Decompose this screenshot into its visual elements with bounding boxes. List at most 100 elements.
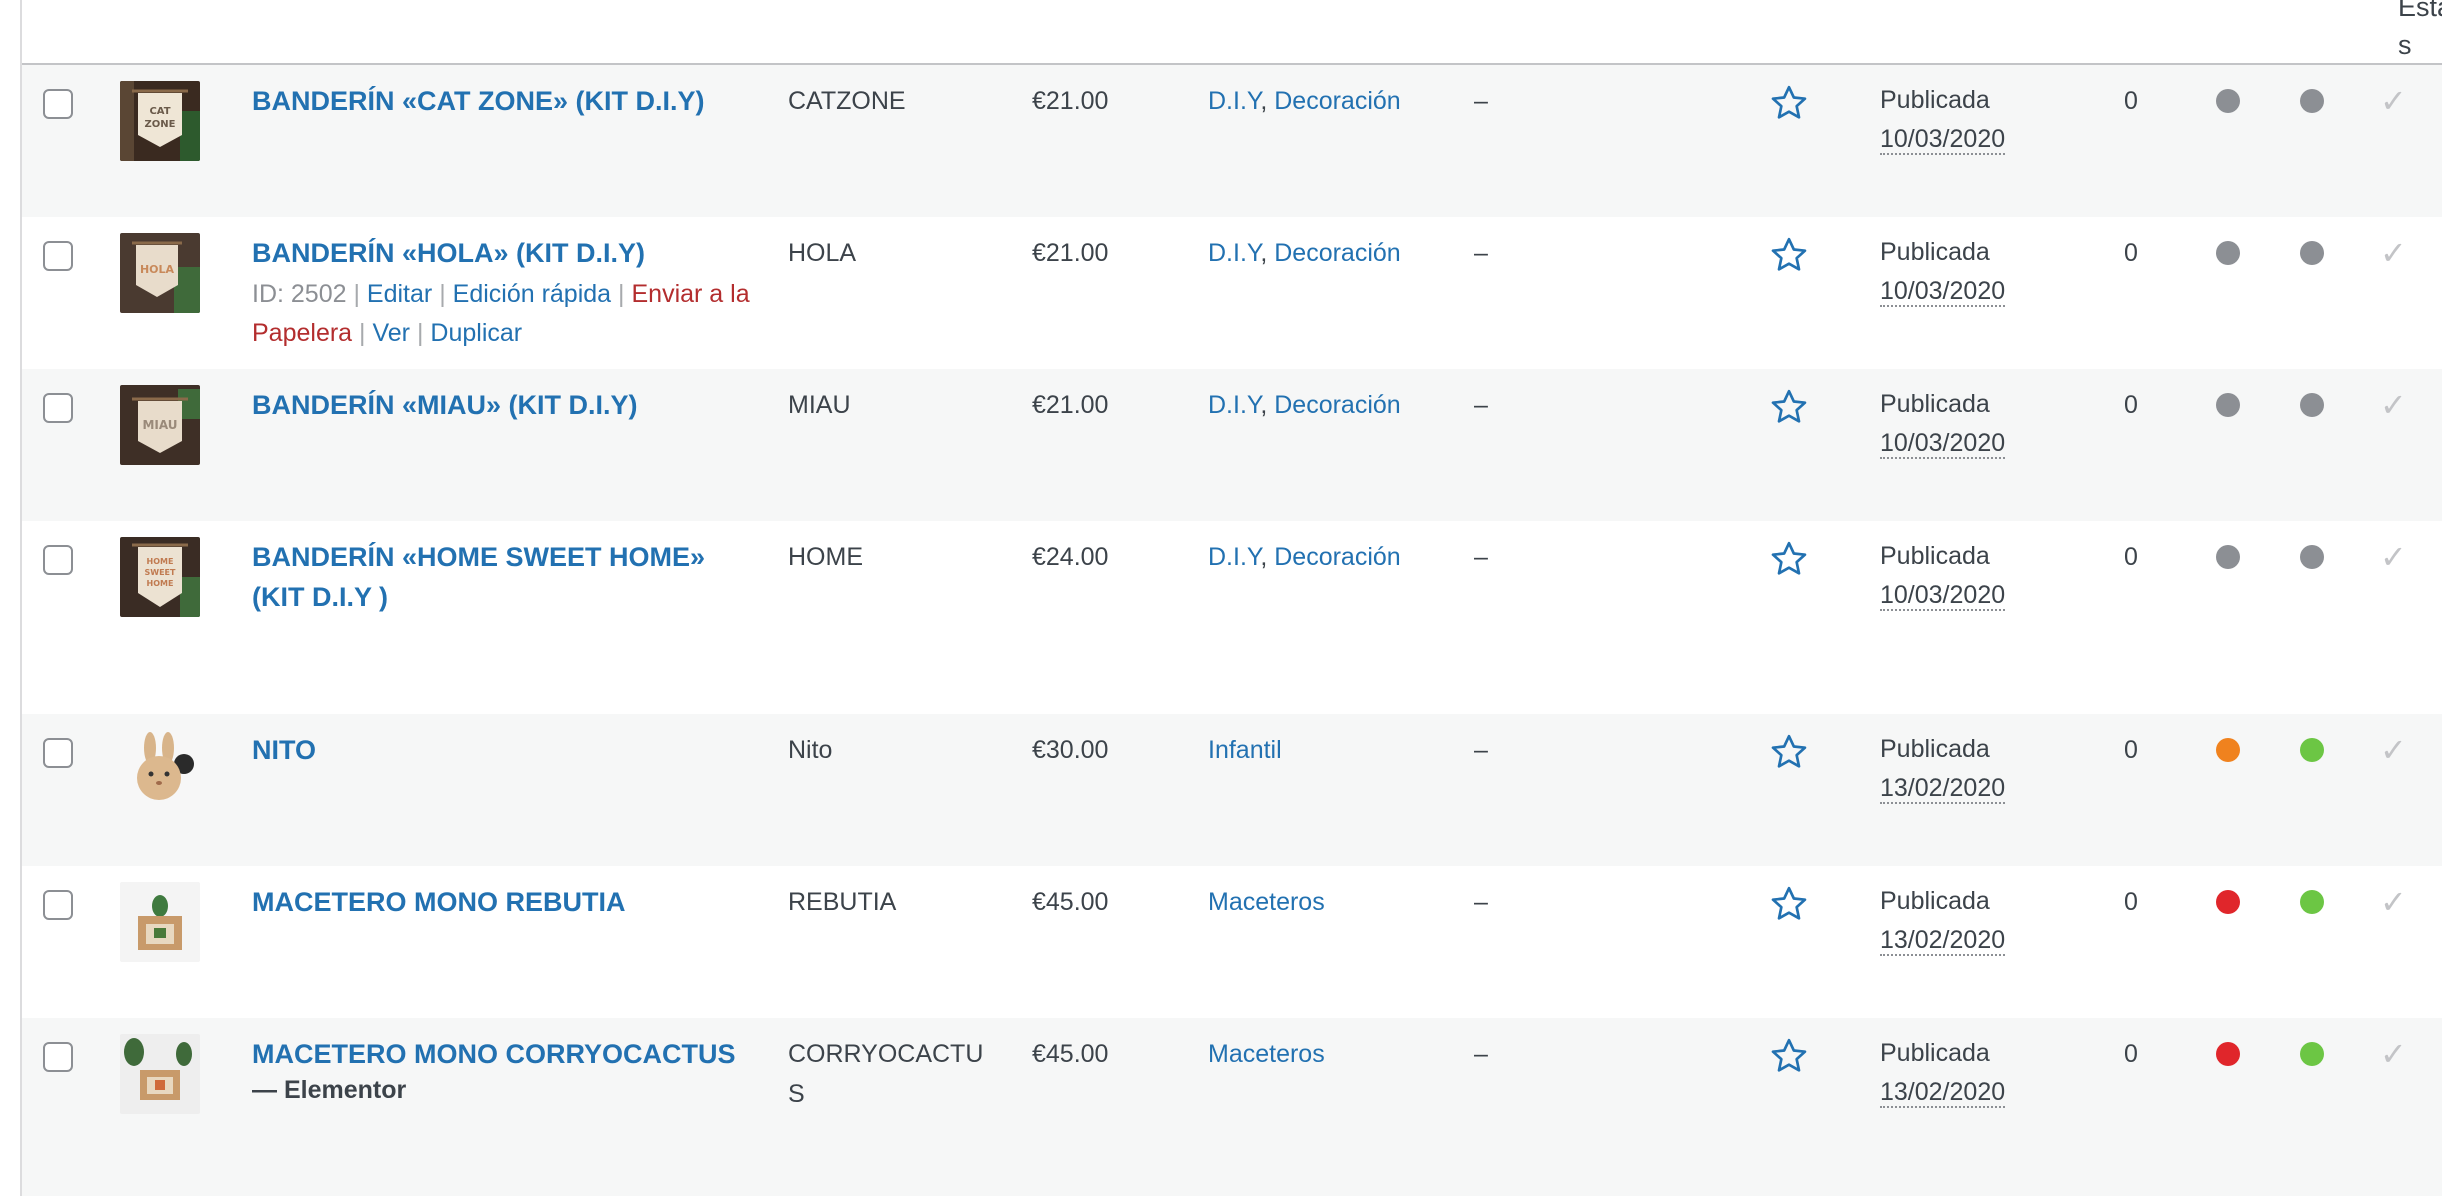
- product-title-link[interactable]: BANDERÍN «HOME SWEET HOME» (KIT D.I.Y ): [252, 537, 762, 617]
- product-title-link[interactable]: NITO: [252, 730, 762, 770]
- featured-star-icon[interactable]: [1769, 83, 1809, 123]
- miau-banner-thumbnail[interactable]: MIAU: [120, 385, 200, 465]
- category-link[interactable]: Maceteros: [1208, 1040, 1325, 1068]
- product-count: 0: [2124, 1040, 2138, 1068]
- table-row: MACETERO MONO CORRYOCACTUS — Elementor C…: [22, 1018, 2442, 1196]
- publish-status: Publicada 13/02/2020: [1880, 882, 2006, 960]
- status-dot: [2300, 393, 2324, 417]
- product-title-link[interactable]: MACETERO MONO CORRYOCACTUS: [252, 1034, 762, 1074]
- featured-star-icon[interactable]: [1769, 1036, 1809, 1076]
- status-label: Publicada: [1880, 887, 1990, 915]
- publish-date: 10/03/2020: [1880, 429, 2006, 459]
- status-dot: [2216, 738, 2240, 762]
- edit-link[interactable]: Editar: [367, 280, 432, 308]
- product-sku: HOLA: [788, 239, 857, 267]
- product-count: 0: [2124, 888, 2138, 916]
- category-link[interactable]: D.I.Y: [1208, 239, 1260, 267]
- status-dot: [2300, 89, 2324, 113]
- status-dot: [2216, 1042, 2240, 1066]
- publish-status: Publicada 10/03/2020: [1880, 233, 2006, 311]
- category-link[interactable]: Maceteros: [1208, 888, 1325, 916]
- product-title-link[interactable]: MACETERO MONO REBUTIA: [252, 882, 762, 922]
- status-label: Publicada: [1880, 390, 1990, 418]
- product-sku: REBUTIA: [788, 888, 897, 916]
- featured-star-icon[interactable]: [1769, 387, 1809, 427]
- planter-corryocactus-thumbnail[interactable]: [120, 1034, 200, 1114]
- product-price: €30.00: [1032, 736, 1109, 764]
- status-dot: [2300, 545, 2324, 569]
- planter-rebutia-thumbnail[interactable]: [120, 882, 200, 962]
- bunny-plate-thumbnail[interactable]: [120, 730, 200, 810]
- duplicate-link[interactable]: Duplicar: [430, 319, 522, 347]
- product-count: 0: [2124, 543, 2138, 571]
- row-select-checkbox[interactable]: [43, 890, 73, 920]
- checkmark-icon: ✓: [2380, 83, 2407, 119]
- category-link[interactable]: Decoración: [1274, 87, 1400, 115]
- product-title-link[interactable]: BANDERÍN «HOLA» (KIT D.I.Y): [252, 233, 762, 273]
- product-price: €45.00: [1032, 888, 1109, 916]
- row-select-checkbox[interactable]: [43, 545, 73, 575]
- product-price: €24.00: [1032, 543, 1109, 571]
- product-sku: Nito: [788, 736, 833, 764]
- row-select-checkbox[interactable]: [43, 738, 73, 768]
- publish-date: 10/03/2020: [1880, 277, 2006, 307]
- status-dot: [2300, 738, 2324, 762]
- checkmark-icon: ✓: [2380, 235, 2407, 271]
- table-row: MIAU BANDERÍN «MIAU» (KIT D.I.Y) MIAU €2…: [22, 369, 2442, 521]
- category-link[interactable]: D.I.Y: [1208, 543, 1260, 571]
- row-select-checkbox[interactable]: [43, 89, 73, 119]
- hola-banner-thumbnail[interactable]: HOLA: [120, 233, 200, 313]
- svg-text:SWEET: SWEET: [145, 568, 177, 577]
- status-dot: [2216, 890, 2240, 914]
- svg-text:MIAU: MIAU: [142, 418, 177, 432]
- featured-star-icon[interactable]: [1769, 539, 1809, 579]
- quick-edit-link[interactable]: Edición rápida: [453, 280, 611, 308]
- column-header-fragment-text: Estado s: [2398, 0, 2442, 60]
- publish-date: 13/02/2020: [1880, 774, 2006, 804]
- product-sku: MIAU: [788, 391, 851, 419]
- status-label: Publicada: [1880, 86, 1990, 114]
- product-tags: –: [1474, 888, 1488, 916]
- publish-status: Publicada 13/02/2020: [1880, 1034, 2006, 1112]
- featured-star-icon[interactable]: [1769, 235, 1809, 275]
- featured-star-icon[interactable]: [1769, 732, 1809, 772]
- product-sku: CORRYOCACTUS: [788, 1040, 984, 1108]
- status-label: Publicada: [1880, 238, 1990, 266]
- category-link[interactable]: Decoración: [1274, 239, 1400, 267]
- product-tags: –: [1474, 391, 1488, 419]
- publish-status: Publicada 13/02/2020: [1880, 730, 2006, 808]
- row-select-checkbox[interactable]: [43, 1042, 73, 1072]
- product-price: €21.00: [1032, 391, 1109, 419]
- view-link[interactable]: Ver: [372, 319, 410, 347]
- product-count: 0: [2124, 239, 2138, 267]
- svg-text:HOME: HOME: [147, 579, 174, 588]
- table-row: HOLA BANDERÍN «HOLA» (KIT D.I.Y) ID: 250…: [22, 217, 2442, 369]
- checkmark-icon: ✓: [2380, 387, 2407, 423]
- row-actions: ID: 2502 | Editar | Edición rápida | Env…: [252, 280, 750, 347]
- product-tags: –: [1474, 736, 1488, 764]
- publish-status: Publicada 10/03/2020: [1880, 81, 2006, 159]
- publish-date: 10/03/2020: [1880, 125, 2006, 155]
- checkmark-icon: ✓: [2380, 732, 2407, 768]
- home-sweet-home-banner-thumbnail[interactable]: HOME SWEET HOME: [120, 537, 200, 617]
- checkmark-icon: ✓: [2380, 1036, 2407, 1072]
- row-select-checkbox[interactable]: [43, 241, 73, 271]
- product-title-link[interactable]: BANDERÍN «CAT ZONE» (KIT D.I.Y): [252, 81, 762, 121]
- category-link[interactable]: Infantil: [1208, 736, 1282, 764]
- publish-date: 10/03/2020: [1880, 581, 2006, 611]
- product-categories: D.I.Y, Decoración: [1208, 239, 1401, 267]
- cat-zone-banner-thumbnail[interactable]: CAT ZONE: [120, 81, 200, 161]
- column-header-fragment[interactable]: Estado s: [2398, 0, 2442, 64]
- row-select-checkbox[interactable]: [43, 393, 73, 423]
- category-link[interactable]: D.I.Y: [1208, 87, 1260, 115]
- product-categories: Infantil: [1208, 730, 1282, 770]
- featured-star-icon[interactable]: [1769, 884, 1809, 924]
- category-link[interactable]: Decoración: [1274, 543, 1400, 571]
- category-link[interactable]: D.I.Y: [1208, 391, 1260, 419]
- product-title-link[interactable]: BANDERÍN «MIAU» (KIT D.I.Y): [252, 385, 762, 425]
- product-categories: D.I.Y, Decoración: [1208, 391, 1401, 419]
- category-link[interactable]: Decoración: [1274, 391, 1400, 419]
- product-categories: Maceteros: [1208, 882, 1325, 922]
- svg-text:CAT: CAT: [149, 106, 170, 117]
- checkmark-icon: ✓: [2380, 539, 2407, 575]
